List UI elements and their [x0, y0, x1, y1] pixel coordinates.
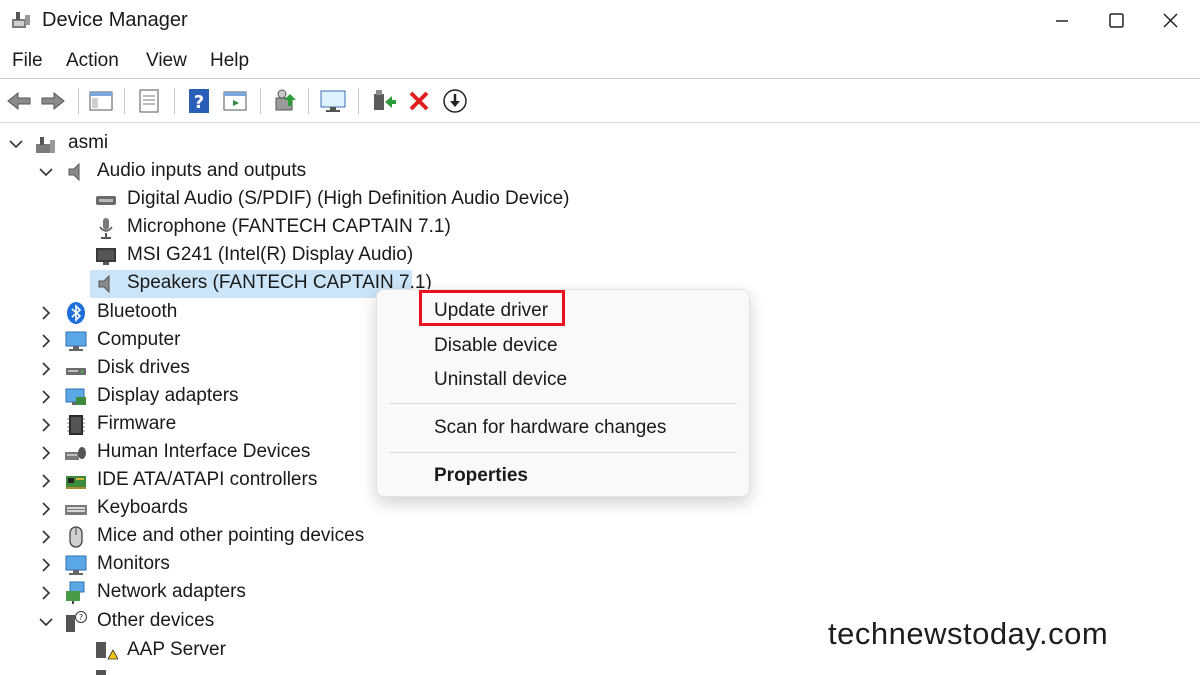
tree-label: Other devices — [97, 610, 215, 631]
forward-arrow-icon[interactable] — [38, 86, 68, 116]
minimize-icon[interactable] — [1034, 0, 1090, 42]
chevron-right-icon[interactable] — [36, 415, 56, 435]
tree-label: Microphone (FANTECH CAPTAIN 7.1) — [127, 216, 451, 237]
tree-root[interactable]: asmi — [0, 130, 1200, 158]
title-bar: Device Manager — [0, 0, 1200, 42]
tree-label: Keyboards — [97, 497, 188, 518]
chevron-right-icon[interactable] — [36, 443, 56, 463]
tree-device-digital-audio[interactable]: Digital Audio (S/PDIF) (High Definition … — [0, 186, 1200, 214]
svg-text:?: ? — [79, 613, 83, 622]
warning-device-icon — [96, 670, 106, 675]
chevron-right-icon[interactable] — [36, 471, 56, 491]
tree-label: Display adapters — [97, 385, 239, 406]
tree-label: Mice and other pointing devices — [97, 525, 365, 546]
tree-category-keyboards[interactable]: Keyboards — [0, 495, 1200, 523]
chevron-right-icon[interactable] — [36, 499, 56, 519]
tree-label: Monitors — [97, 553, 170, 574]
scan-hardware-menu-item[interactable]: Scan for hardware changes — [434, 417, 666, 439]
properties-sheet-icon[interactable] — [134, 86, 164, 116]
menu-bar: File Action View Help — [0, 44, 1200, 79]
menu-separator — [389, 452, 737, 453]
back-arrow-icon[interactable] — [4, 86, 34, 116]
disk-drive-icon — [66, 368, 86, 375]
uninstall-x-icon[interactable] — [404, 86, 434, 116]
menu-file[interactable]: File — [12, 50, 43, 72]
device-manager-icon — [12, 12, 30, 28]
network-adapter-icon — [66, 581, 85, 604]
monitor-icon — [65, 555, 87, 575]
audio-device-icon — [96, 196, 116, 205]
tree-label: Human Interface Devices — [97, 441, 311, 462]
chevron-right-icon[interactable] — [36, 303, 56, 323]
unknown-device-icon: ? — [66, 611, 87, 632]
download-circle-icon[interactable] — [440, 86, 470, 116]
uninstall-device-menu-item[interactable]: Uninstall device — [434, 369, 567, 391]
tree-label: Audio inputs and outputs — [97, 160, 307, 181]
chevron-down-icon[interactable] — [6, 134, 26, 154]
human-interface-device-icon — [65, 447, 86, 460]
menu-action[interactable]: Action — [66, 50, 119, 72]
chevron-down-icon[interactable] — [36, 162, 56, 182]
tree-device-display-audio[interactable]: MSI G241 (Intel(R) Display Audio) — [0, 242, 1200, 270]
svg-text:?: ? — [194, 92, 204, 113]
keyboard-icon — [65, 505, 87, 515]
mouse-icon — [69, 526, 83, 548]
chevron-right-icon[interactable] — [36, 555, 56, 575]
ide-controller-icon — [66, 476, 86, 489]
tree-category-audio[interactable]: Audio inputs and outputs — [0, 158, 1200, 186]
context-menu: Update driver Disable device Uninstall d… — [376, 289, 750, 497]
tree-category-network[interactable]: Network adapters — [0, 579, 1200, 607]
chevron-down-icon[interactable] — [36, 612, 56, 632]
display-adapter-icon — [65, 388, 86, 405]
tree-label: IDE ATA/ATAPI controllers — [97, 469, 318, 490]
update-driver-icon[interactable] — [368, 86, 398, 116]
window-title: Device Manager — [42, 9, 188, 31]
tree-label: Computer — [97, 329, 181, 350]
scan-hardware-icon[interactable] — [270, 86, 300, 116]
action-pane-icon[interactable] — [220, 86, 250, 116]
tree-label: Digital Audio (S/PDIF) (High Definition … — [127, 188, 570, 209]
tree-label: Network adapters — [97, 581, 246, 602]
chevron-right-icon[interactable] — [36, 387, 56, 407]
bluetooth-icon — [67, 302, 85, 324]
computer-icon — [65, 331, 87, 351]
tree-device-microphone[interactable]: Microphone (FANTECH CAPTAIN 7.1) — [0, 214, 1200, 242]
chevron-right-icon[interactable] — [36, 527, 56, 547]
warning-device-icon — [96, 642, 118, 660]
disable-device-menu-item[interactable]: Disable device — [434, 335, 558, 357]
update-driver-menu-item[interactable]: Update driver — [434, 300, 548, 322]
tree-device-partial — [0, 665, 1200, 675]
tree-label: Disk drives — [97, 357, 190, 378]
microphone-icon — [99, 218, 113, 239]
show-hide-console-tree-icon[interactable] — [86, 86, 116, 116]
tree-category-mice[interactable]: Mice and other pointing devices — [0, 523, 1200, 551]
watermark-text: technewstoday.com — [828, 616, 1109, 651]
computer-root-icon — [36, 137, 55, 153]
speaker-icon — [68, 162, 80, 182]
chevron-right-icon[interactable] — [36, 583, 56, 603]
toolbar: ? — [0, 80, 1200, 123]
close-icon[interactable] — [1142, 0, 1198, 42]
tree-label: Firmware — [97, 413, 177, 434]
tree-label: AAP Server — [127, 639, 226, 660]
tree-category-monitors[interactable]: Monitors — [0, 551, 1200, 579]
menu-help[interactable]: Help — [210, 50, 249, 72]
maximize-icon[interactable] — [1088, 0, 1144, 42]
menu-separator — [389, 403, 737, 404]
speaker-icon — [98, 274, 110, 294]
properties-menu-item[interactable]: Properties — [434, 465, 528, 487]
tree-label: asmi — [68, 132, 109, 153]
chevron-right-icon[interactable] — [36, 359, 56, 379]
help-icon[interactable]: ? — [184, 86, 214, 116]
monitor-icon[interactable] — [318, 86, 348, 116]
firmware-chip-icon — [67, 415, 85, 435]
display-audio-icon — [96, 248, 116, 265]
tree-label: Bluetooth — [97, 301, 178, 322]
menu-view[interactable]: View — [146, 50, 187, 72]
tree-label: MSI G241 (Intel(R) Display Audio) — [127, 244, 414, 265]
chevron-right-icon[interactable] — [36, 331, 56, 351]
